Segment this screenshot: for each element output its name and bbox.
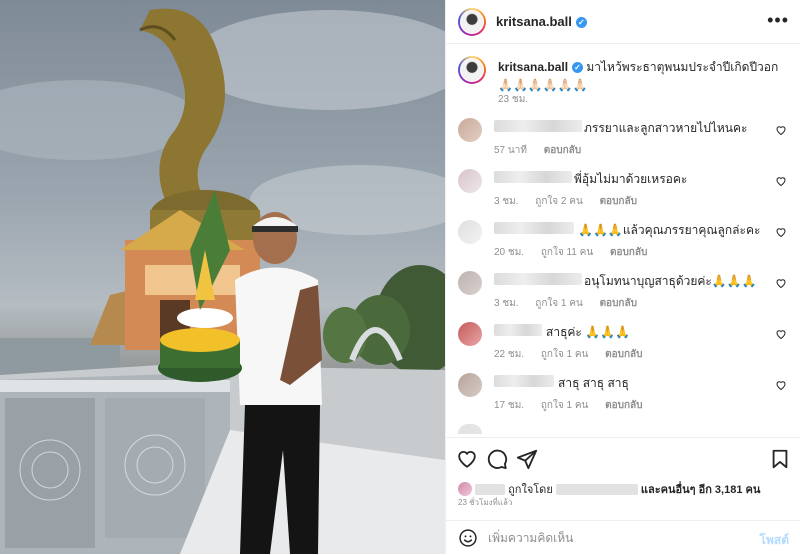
commenter-username-blurred[interactable] <box>494 120 582 132</box>
commenter-username-blurred[interactable] <box>494 171 572 183</box>
comment-likes[interactable]: ถูกใจ 1 คน <box>541 349 589 360</box>
commenter-avatar <box>458 424 482 434</box>
comment-meta: 3 ชม. ถูกใจ 1 คน ตอบกลับ <box>494 296 651 311</box>
comment-item: 🙏🙏🙏แล้วคุณภรรยาคุณลูกล่ะคะ 20 ชม. ถูกใจ … <box>458 220 793 268</box>
comment-meta: 20 ชม. ถูกใจ 11 คน ตอบกลับ <box>494 245 661 260</box>
comment-like-icon[interactable] <box>775 226 787 238</box>
commenter-avatar[interactable] <box>458 322 482 346</box>
comment-like-icon[interactable] <box>775 328 787 340</box>
comment-meta: 57 นาที ตอบกลับ <box>494 143 595 158</box>
comment-item: สาธุ สาธุ สาธุ 17 ชม. ถูกใจ 1 คน ตอบกลับ <box>458 373 793 421</box>
post-panel: kritsana.ball ✓ ••• kritsana.ball ✓ มาไหว้… <box>445 0 800 554</box>
commenter-username-blurred[interactable] <box>494 324 542 336</box>
verified-icon: ✓ <box>575 17 587 28</box>
add-comment-bar: โพสต์ <box>446 520 800 555</box>
reply-button[interactable]: ตอบกลับ <box>610 247 647 258</box>
photo-scene <box>0 8 445 554</box>
comment-likes[interactable]: ถูกใจ 1 คน <box>535 298 583 309</box>
comment-meta: 22 ชม. ถูกใจ 1 คน ตอบกลับ <box>494 347 657 362</box>
comment-meta: 17 ชม. ถูกใจ 1 คน ตอบกลับ <box>494 398 657 413</box>
comment-time: 3 ชม. <box>494 298 519 309</box>
liked-by-prefix: ถูกใจโดย <box>508 484 553 496</box>
caption-timestamp: 23 ชม. <box>498 94 529 105</box>
more-icon[interactable]: ••• <box>767 10 789 31</box>
comment-text: สาธุ สาธุ สาธุ <box>558 376 629 390</box>
post-actions: ถูกใจโดย และคนอื่นๆ อีก 3,181 คน 23 ชั่ว… <box>446 437 800 554</box>
comment-likes[interactable]: ถูกใจ 11 คน <box>541 247 593 258</box>
comment-icon[interactable] <box>486 448 508 470</box>
comment-like-icon[interactable] <box>775 379 787 391</box>
comment-item: สาธุค่ะ 🙏🙏🙏 22 ชม. ถูกใจ 1 คน ตอบกลับ <box>458 322 793 370</box>
commenter-avatar[interactable] <box>458 271 482 295</box>
caption-text-block: kritsana.ball ✓ มาไหว้พระธาตุพนมประจำปีเก… <box>498 58 788 94</box>
comment-text: ภรรยาและลูกสาวหายไปไหนคะ <box>584 121 748 135</box>
liker-username-blurred[interactable] <box>555 484 638 495</box>
comment-like-icon[interactable] <box>775 124 787 136</box>
comment-input[interactable] <box>488 529 728 547</box>
comment-time: 57 นาที <box>494 145 527 156</box>
liked-by-count[interactable]: และคนอื่นๆ อีก 3,181 คน <box>641 484 761 496</box>
reply-button[interactable]: ตอบกลับ <box>600 196 637 207</box>
author-username-header[interactable]: kritsana.ball ✓ <box>496 14 587 29</box>
comment-likes[interactable]: ถูกใจ 1 คน <box>541 400 589 411</box>
emoji-icon[interactable] <box>458 528 478 548</box>
comment-text: สาธุค่ะ 🙏🙏🙏 <box>546 325 631 339</box>
comment-meta: 3 ชม. ถูกใจ 2 คน ตอบกลับ <box>494 194 651 209</box>
comment-time: 3 ชม. <box>494 196 519 207</box>
comment-time: 22 ชม. <box>494 349 525 360</box>
reply-button[interactable]: ตอบกลับ <box>600 298 637 309</box>
commenter-username-blurred[interactable] <box>494 375 554 387</box>
reply-button[interactable]: ตอบกลับ <box>605 349 642 360</box>
comment-text: พี่อุ้มไม่มาด้วยเหรอคะ <box>574 172 688 186</box>
heart-icon[interactable] <box>456 448 478 470</box>
share-icon[interactable] <box>516 448 538 470</box>
liker-avatar <box>458 482 472 496</box>
comment-text: อนุโมทนาบุญสาธุด้วยค่ะ🙏🙏🙏 <box>584 274 757 288</box>
comment-time: 20 ชม. <box>494 247 525 258</box>
bookmark-icon[interactable] <box>769 448 791 470</box>
comment-time: 17 ชม. <box>494 400 525 411</box>
caption-avatar[interactable] <box>458 56 486 84</box>
comment-like-icon[interactable] <box>775 277 787 289</box>
post-timestamp: 23 ชั่วโมงที่แล้ว <box>458 498 513 507</box>
reply-button[interactable]: ตอบกลับ <box>605 400 642 411</box>
comment-item: ภรรยาและลูกสาวหายไปไหนคะ 57 นาที ตอบกลับ <box>458 118 793 166</box>
caption-username[interactable]: kritsana.ball <box>498 60 568 74</box>
commenter-username-blurred[interactable] <box>494 273 582 285</box>
author-avatar[interactable] <box>458 8 486 36</box>
comment-item: พี่อุ้มไม่มาด้วยเหรอคะ 3 ชม. ถูกใจ 2 คน … <box>458 169 793 217</box>
reply-button[interactable]: ตอบกลับ <box>544 145 581 156</box>
post-header: kritsana.ball ✓ ••• <box>446 0 800 44</box>
commenter-avatar[interactable] <box>458 373 482 397</box>
commenter-avatar[interactable] <box>458 169 482 193</box>
liker-avatar-blurred <box>475 484 506 495</box>
comment-like-icon[interactable] <box>775 175 787 187</box>
post-comment-button[interactable]: โพสต์ <box>760 531 789 550</box>
comment-likes[interactable]: ถูกใจ 2 คน <box>535 196 583 207</box>
commenter-avatar[interactable] <box>458 220 482 244</box>
commenter-username-blurred[interactable] <box>494 222 574 234</box>
commenter-avatar[interactable] <box>458 118 482 142</box>
comment-item: อนุโมทนาบุญสาธุด้วยค่ะ🙏🙏🙏 3 ชม. ถูกใจ 1 … <box>458 271 793 319</box>
comment-text: 🙏🙏🙏แล้วคุณภรรยาคุณลูกล่ะคะ <box>578 223 761 237</box>
post-photo[interactable] <box>0 0 445 554</box>
verified-icon: ✓ <box>572 62 584 73</box>
author-username[interactable]: kritsana.ball <box>496 14 572 29</box>
